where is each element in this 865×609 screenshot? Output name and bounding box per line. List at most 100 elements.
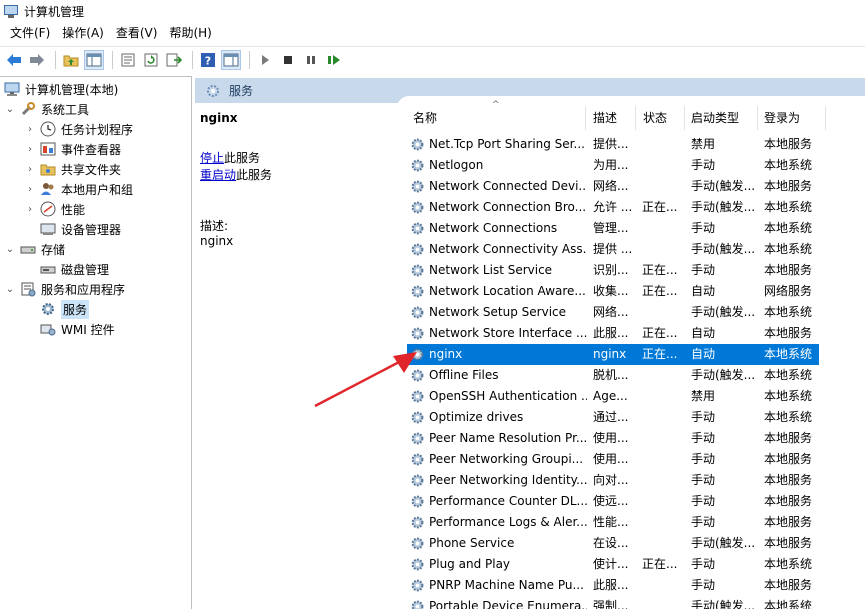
up-one-level-button[interactable] [61,50,81,70]
restart-service-button[interactable] [324,50,344,70]
start-service-button[interactable] [255,50,275,70]
restart-service-link[interactable]: 重启动 [200,168,236,182]
menu-action[interactable]: 操作(A) [56,22,110,44]
event-viewer-icon [40,141,56,157]
table-row[interactable]: Phone Service 在设... 手动(触发... 本地服务 [407,533,819,554]
chevron-right-icon[interactable]: › [24,124,36,135]
cell-name: OpenSSH Authentication ... [429,389,587,403]
chevron-right-icon[interactable]: › [24,164,36,175]
tree-label: 计算机管理(本地) [25,82,119,97]
table-row[interactable]: Performance Logs & Aler... 性能... 手动 本地服务 [407,512,819,533]
table-row[interactable]: Network Setup Service 网络... 手动(触发... 本地系统 [407,302,819,323]
gear-icon [411,495,424,508]
chevron-right-icon[interactable]: › [24,144,36,155]
clock-icon [40,121,56,137]
gear-icon [411,138,424,151]
table-row[interactable]: Network Connectivity Ass... 提供 ... 手动(触发..… [407,239,819,260]
help-button[interactable]: ? [198,50,218,70]
cell-name: Net.Tcp Port Sharing Ser... [429,137,585,151]
tree-item-device-manager[interactable]: 设备管理器 [40,219,121,239]
column-divider[interactable] [635,106,636,130]
column-divider[interactable] [585,106,586,130]
table-row[interactable]: Network Connection Bro... 允许 ... 正在... 手动(触… [407,197,819,218]
menu-file[interactable]: 文件(F) [4,22,56,44]
cell-log-on-as: 本地服务 [764,326,813,340]
table-row[interactable]: OpenSSH Authentication ... Age... 禁用 本地系统 [407,386,819,407]
tree-item-shared-folders[interactable]: › 共享文件夹 [24,159,121,179]
tree-item-services-apps[interactable]: ⌄ 服务和应用程序 [4,279,125,299]
console-tree: 计算机管理(本地) ⌄ 系统工具 › 任务计划程序 › 事件查看器 › 共享文件… [0,76,192,609]
column-description[interactable]: 描述 [590,110,617,126]
tree-item-wmi-control[interactable]: WMI 控件 [40,319,115,339]
tree-item-task-scheduler[interactable]: › 任务计划程序 [24,119,133,139]
tree-item-performance[interactable]: › 性能 [24,199,85,219]
cell-name: Network List Service [429,263,553,277]
tree-item-services[interactable]: 服务 [40,299,90,319]
tree-item-event-viewer[interactable]: › 事件查看器 [24,139,121,159]
table-row[interactable]: Peer Name Resolution Pr... 使用... 手动 本地服务 [407,428,819,449]
stop-service-line: 停止此服务 [200,149,260,166]
tree-item-local-users-groups[interactable]: › 本地用户和组 [24,179,133,199]
computer-management-icon [4,4,18,18]
column-name[interactable]: 名称 [410,110,437,126]
tree-label: 共享文件夹 [61,162,122,177]
cell-log-on-as: 本地服务 [764,515,813,529]
table-row[interactable]: Net.Tcp Port Sharing Ser... 提供... 禁用 本地服务 [407,134,819,155]
menu-view[interactable]: 查看(V) [110,22,164,44]
services-list: ^ 名称 描述 状态 启动类型 登录为 Net.Tcp Port Sharing… [397,96,865,609]
table-row[interactable]: Portable Device Enumera... 强制... 手动(触发... 本… [407,596,819,609]
column-startup-type[interactable]: 启动类型 [688,110,739,126]
chevron-right-icon[interactable]: › [24,184,36,195]
properties-button[interactable] [118,50,138,70]
export-list-button[interactable] [164,50,184,70]
table-row[interactable]: Network Connected Devi... 网络... 手动(触发... 本地… [407,176,819,197]
column-divider[interactable] [757,106,758,130]
table-row[interactable]: PNRP Machine Name Pu... 此服... 手动 本地服务 [407,575,819,596]
gear-icon [411,474,424,487]
chevron-right-icon[interactable]: › [24,204,36,215]
forward-button[interactable] [27,50,47,70]
column-divider[interactable] [684,106,685,130]
table-row[interactable]: Plug and Play 使计... 正在... 手动 本地系统 [407,554,819,575]
cell-log-on-as: 本地系统 [764,242,813,256]
gear-icon [411,579,424,592]
pause-service-button[interactable] [301,50,321,70]
tree-item-system-tools[interactable]: ⌄ 系统工具 [4,99,89,119]
show-hide-action-pane-button[interactable] [221,50,241,70]
table-row[interactable]: Network Location Aware... 收集... 正在... 自动 网络服… [407,281,819,302]
gear-icon [411,180,424,193]
table-row[interactable]: nginx nginx 正在... 自动 本地系统 [407,344,819,365]
table-row[interactable]: Optimize drives 通过... 手动 本地系统 [407,407,819,428]
back-button[interactable] [4,50,24,70]
chevron-down-icon[interactable]: ⌄ [4,104,16,115]
tree-item-disk-management[interactable]: 磁盘管理 [40,259,109,279]
stop-service-button[interactable] [278,50,298,70]
table-row[interactable]: Network Store Interface ... 此服... 正在... 自动 本… [407,323,819,344]
stop-service-link[interactable]: 停止 [200,151,224,165]
column-status[interactable]: 状态 [640,110,667,126]
chevron-down-icon[interactable]: ⌄ [4,244,16,255]
column-divider[interactable] [825,106,826,130]
tree-item-storage[interactable]: ⌄ 存储 [4,239,65,259]
chevron-down-icon[interactable]: ⌄ [4,284,16,295]
cell-startup-type: 手动 [691,452,716,466]
gear-icon [411,243,424,256]
column-log-on-as[interactable]: 登录为 [761,110,800,126]
table-row[interactable]: Peer Networking Identity... 向对... 手动 本地服务 [407,470,819,491]
menu-help[interactable]: 帮助(H) [163,22,217,44]
service-detail-panel: nginx 停止此服务 重启动此服务 描述: nginx [195,103,397,609]
table-row[interactable]: Performance Counter DL... 使远... 手动 本地服务 [407,491,819,512]
cell-startup-type: 手动(触发... [691,200,756,214]
table-row[interactable]: Network Connections 管理... 手动 本地系统 [407,218,819,239]
table-row[interactable]: Offline Files 脱机... 手动(触发... 本地系统 [407,365,819,386]
table-row[interactable]: Peer Networking Groupi... 使用... 手动 本地服务 [407,449,819,470]
tree-item-root[interactable]: 计算机管理(本地) [4,79,118,99]
window-title: 计算机管理 [24,4,85,19]
table-row[interactable]: Netlogon 为用... 手动 本地系统 [407,155,819,176]
gear-icon [411,348,424,361]
table-row[interactable]: Network List Service 识别... 正在... 手动 本地服务 [407,260,819,281]
show-console-tree-button[interactable] [84,50,104,70]
cell-name: Performance Counter DL... [429,494,587,508]
refresh-button[interactable] [141,50,161,70]
toolbar-separator [192,51,193,69]
